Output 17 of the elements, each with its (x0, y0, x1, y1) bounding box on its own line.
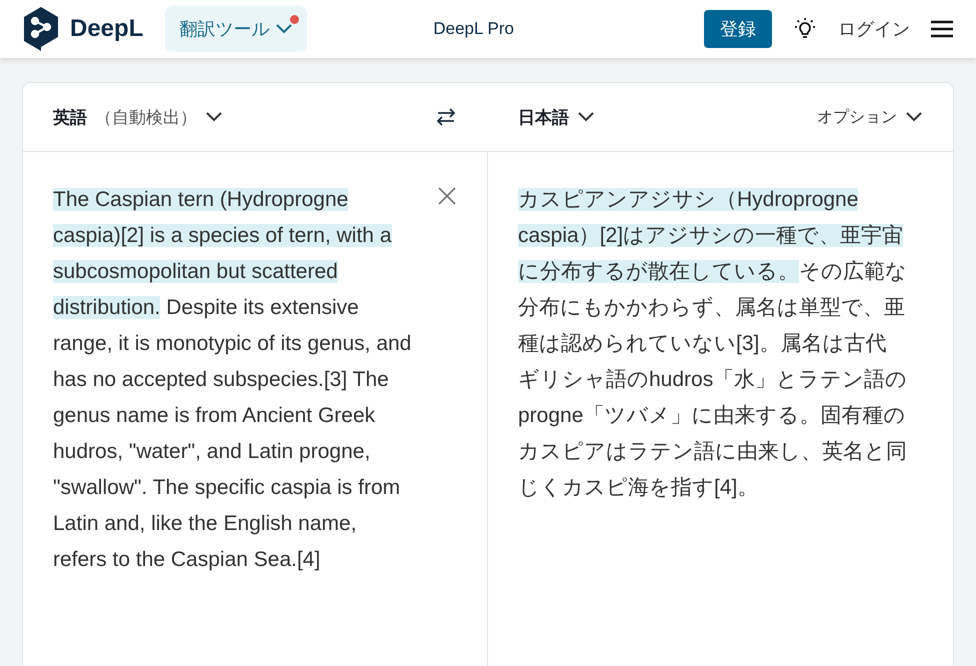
source-text[interactable]: The Caspian tern (Hydroprogne caspia)[2] is a species of tern, with a subcosmopolitan but scattered distribution. Despite its extensive range, it is monotypic of its genus, and has no accepted subspecies.[3] The genus name is from Ancient Greek hudros, "water", and Latin progne, "swallow". The specific caspia is from Latin and, like the English name, refers to the Caspian Sea.[4] (53, 182, 415, 578)
translated-text: カスピアンアジサシ（Hydroprogne caspia）[2]はアジサシの一種で、亜宇宙に分布するが散在している。その広範な分布にもかかわらず、属名は単型で、亜種は認められていない[3]。属名は古代ギリシャ語のhudros「水」とラテン語のprogne「ツバメ」に由来する。固有種のカスピアはラテン語に由来し、英名と同じくカスピ海を指す[4]。 (518, 187, 908, 501)
menu-icon[interactable] (930, 19, 954, 39)
chevron-down-icon (205, 111, 223, 123)
chevron-down-icon (275, 23, 294, 35)
options-dropdown[interactable]: オプション (817, 106, 923, 128)
pro-link[interactable]: DeepL Pro (433, 19, 514, 39)
target-language-selector[interactable]: 日本語 (518, 106, 595, 128)
source-language-selector[interactable]: 英語 （自動検出） (53, 106, 223, 128)
close-icon[interactable] (437, 186, 457, 206)
tool-menu-button[interactable]: 翻訳ツール (165, 6, 308, 52)
chevron-down-icon (577, 111, 595, 123)
chevron-down-icon (905, 111, 923, 123)
logo-icon (22, 6, 60, 52)
logo-text[interactable]: DeepL (70, 15, 144, 43)
login-link[interactable]: ログイン (838, 17, 910, 41)
signup-button[interactable]: 登録 (704, 10, 772, 48)
